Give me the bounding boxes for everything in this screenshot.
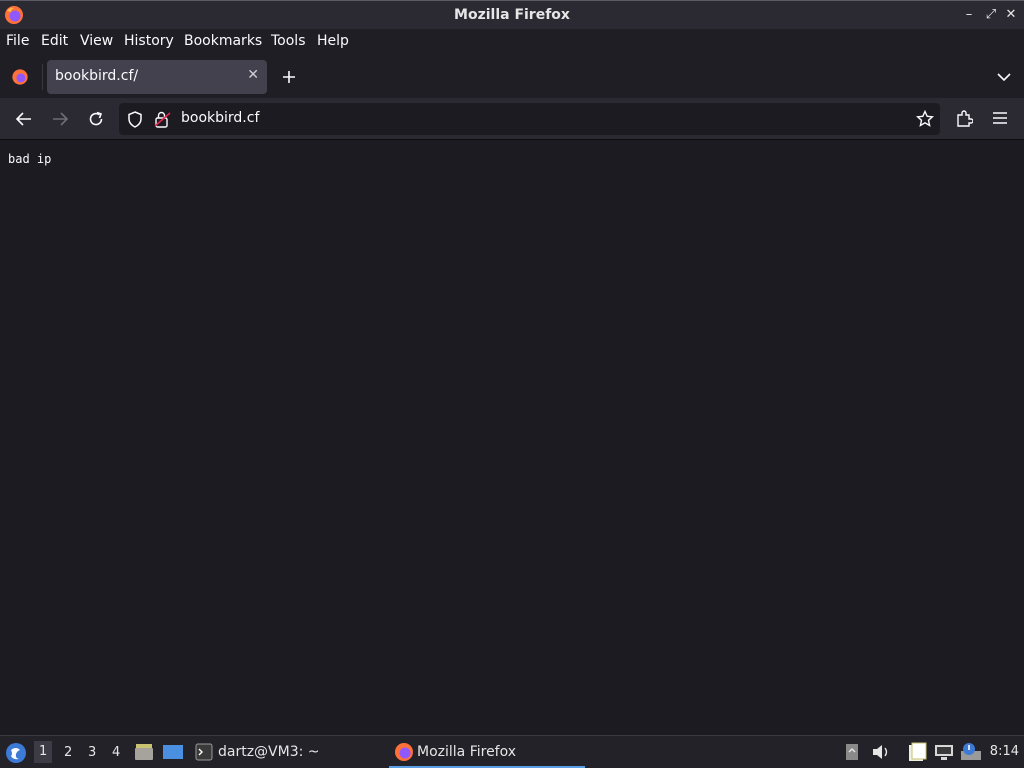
clock[interactable]: 8:14 — [990, 744, 1019, 759]
back-icon[interactable] — [15, 111, 33, 127]
menu-view[interactable]: View — [80, 33, 113, 49]
forward-icon[interactable] — [51, 111, 69, 127]
list-all-tabs-icon[interactable] — [996, 71, 1012, 83]
navigation-toolbar: bookbird.cf — [0, 98, 1024, 140]
network-icon[interactable] — [933, 743, 955, 761]
file-manager-icon[interactable] — [134, 742, 154, 762]
page-body-text: bad ip — [8, 152, 52, 166]
firefox-icon — [395, 743, 413, 761]
extensions-icon[interactable] — [955, 110, 973, 128]
menu-bookmarks[interactable]: Bookmarks — [184, 33, 262, 49]
window-titlebar: Mozilla Firefox – ⤢ ✕ — [0, 0, 1024, 29]
new-tab-icon[interactable] — [281, 69, 297, 85]
tab-divider — [42, 64, 43, 90]
taskbar-task-firefox[interactable]: Mozilla Firefox — [389, 736, 585, 768]
clipboard-tray-icon[interactable] — [845, 743, 859, 761]
menu-tools[interactable]: Tools — [271, 33, 306, 49]
workspace-3[interactable]: 3 — [88, 745, 96, 760]
workspace-4[interactable]: 4 — [112, 745, 120, 760]
close-window-button[interactable]: ✕ — [1002, 6, 1020, 24]
reload-icon[interactable] — [87, 110, 105, 128]
tab-active[interactable]: bookbird.cf/ ✕ — [47, 60, 267, 94]
page-content: bad ip — [0, 140, 1024, 735]
menu-edit[interactable]: Edit — [41, 33, 68, 49]
tab-strip: bookbird.cf/ ✕ — [0, 54, 1024, 98]
menu-file[interactable]: File — [6, 33, 29, 49]
workspace-2[interactable]: 2 — [64, 745, 72, 760]
maximize-button[interactable]: ⤢ — [982, 6, 1000, 24]
taskbar-task-terminal[interactable]: dartz@VM3: ~ — [190, 736, 370, 768]
close-tab-icon[interactable]: ✕ — [247, 67, 259, 83]
app-menu-icon[interactable] — [992, 111, 1008, 125]
insecure-lock-icon[interactable] — [154, 111, 172, 128]
menu-history[interactable]: History — [124, 33, 174, 49]
task-label: Mozilla Firefox — [417, 744, 517, 760]
workspace-1[interactable]: 1 — [34, 741, 53, 763]
firefox-view-icon[interactable] — [11, 68, 29, 86]
volume-icon[interactable] — [871, 744, 891, 760]
notes-tray-icon[interactable] — [907, 742, 927, 762]
tracking-protection-shield-icon[interactable] — [127, 111, 143, 128]
task-label: dartz@VM3: ~ — [218, 744, 320, 760]
taskbar: 1 2 3 4 dartz@VM3: ~ Mozilla Firefox 8:1… — [0, 735, 1024, 768]
show-desktop-icon[interactable] — [162, 743, 184, 761]
terminal-icon — [195, 743, 213, 761]
update-notifier-icon[interactable] — [960, 742, 982, 762]
tab-title: bookbird.cf/ — [55, 68, 139, 84]
window-title: Mozilla Firefox — [454, 7, 570, 23]
minimize-button[interactable]: – — [960, 6, 978, 24]
start-menu-icon[interactable] — [5, 742, 27, 764]
url-bar[interactable]: bookbird.cf — [119, 103, 940, 135]
bookmark-star-icon[interactable] — [916, 110, 934, 128]
url-text[interactable]: bookbird.cf — [181, 110, 259, 126]
menu-help[interactable]: Help — [317, 33, 349, 49]
menu-bar: File Edit View History Bookmarks Tools H… — [0, 29, 1024, 54]
